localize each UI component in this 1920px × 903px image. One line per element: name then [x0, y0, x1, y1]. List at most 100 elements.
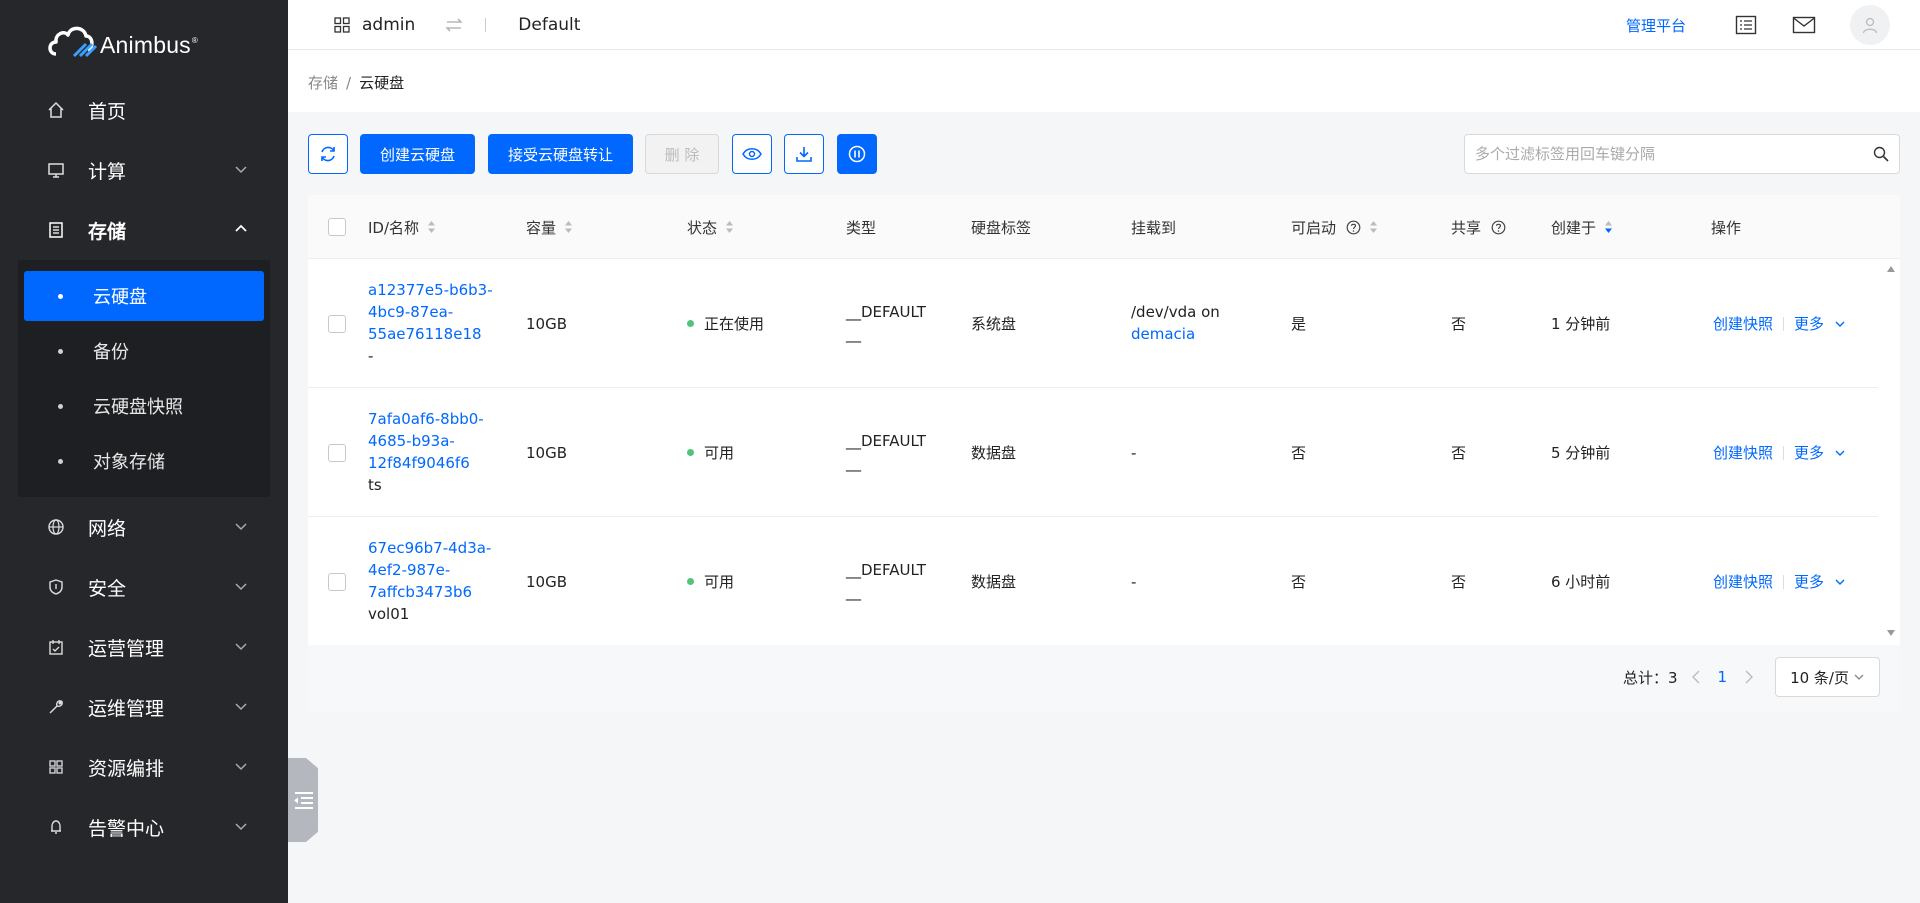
sort-icon[interactable] — [427, 220, 436, 234]
chevron-down-icon — [235, 823, 247, 831]
next-page-icon[interactable] — [1743, 670, 1755, 684]
filter-search-box[interactable] — [1464, 134, 1900, 174]
sidebar-item-storage[interactable]: 存储 — [0, 200, 288, 260]
sidebar-item-security[interactable]: 安全 — [0, 557, 288, 617]
col-header-tag: 硬盘标签 — [971, 218, 1032, 237]
volume-size: 10GB — [526, 443, 568, 462]
sidebar-collapse-toggle[interactable] — [288, 758, 318, 842]
chevron-down-icon[interactable] — [1834, 447, 1846, 459]
row-checkbox[interactable] — [328, 443, 346, 462]
create-snapshot-link[interactable]: 创建快照 — [1713, 571, 1773, 593]
bullet-icon — [58, 458, 63, 464]
sort-icon[interactable] — [725, 220, 734, 234]
row-checkbox[interactable] — [328, 314, 346, 333]
accept-transfer-button[interactable]: 接受云硬盘转让 — [488, 134, 633, 174]
status-dot-icon — [687, 320, 694, 327]
mail-icon[interactable] — [1792, 13, 1816, 37]
sidebar-subitem-backup[interactable]: 备份 — [24, 326, 264, 376]
sort-icon[interactable] — [1369, 220, 1378, 234]
wrench-icon — [46, 697, 66, 717]
page-number[interactable]: 1 — [1718, 668, 1728, 686]
refresh-button[interactable] — [308, 134, 348, 174]
help-icon[interactable] — [1491, 220, 1506, 235]
col-header-id[interactable]: ID/名称 — [368, 195, 436, 259]
sidebar-subitem-volumes[interactable]: 云硬盘 — [24, 271, 264, 321]
sidebar-item-label: 运维管理 — [88, 697, 165, 720]
volume-size: 10GB — [526, 572, 568, 591]
breadcrumb-parent[interactable]: 存储 — [308, 74, 338, 92]
volume-type: __DEFAULT __ — [846, 432, 926, 472]
col-header-size[interactable]: 容量 — [526, 195, 573, 259]
sidebar-item-home[interactable]: 首页 — [0, 80, 288, 140]
globe-icon — [46, 517, 66, 537]
chevron-down-icon — [235, 523, 247, 531]
more-actions-link[interactable]: 更多 — [1794, 313, 1824, 335]
create-snapshot-link[interactable]: 创建快照 — [1713, 313, 1773, 335]
header-project[interactable]: Default — [518, 15, 580, 35]
download-button[interactable] — [784, 134, 824, 174]
admin-platform-link[interactable]: 管理平台 — [1626, 15, 1686, 36]
instance-link[interactable]: demacia — [1131, 325, 1195, 343]
prev-page-icon[interactable] — [1690, 670, 1702, 684]
volume-tag: 数据盘 — [971, 572, 1017, 591]
sidebar-menu: 首页 计算 存储 云硬盘 备份 云硬盘快照 对象存储 网络 安全 运营管理 运维… — [0, 80, 288, 857]
volume-id-link[interactable]: 67ec96b7-4d3a- 4ef2-987e- 7affcb3473b6 — [368, 537, 491, 603]
volume-id-link[interactable]: 7afa0af6-8bb0- 4685-b93a- 12f84f9046f6 — [368, 408, 484, 474]
brand-logo[interactable]: Animbus® — [46, 20, 198, 59]
volume-created: 5 分钟前 — [1551, 443, 1611, 462]
shield-icon — [46, 577, 66, 597]
page-size-select[interactable]: 10 条/页 — [1775, 657, 1880, 697]
sidebar-subitem-object-storage[interactable]: 对象存储 — [24, 436, 264, 486]
sidebar-item-compute[interactable]: 计算 — [0, 140, 288, 200]
sidebar-item-orchestration[interactable]: 资源编排 — [0, 737, 288, 797]
sort-desc-icon[interactable] — [1604, 220, 1613, 234]
pause-refresh-button[interactable] — [837, 134, 877, 174]
create-volume-button[interactable]: 创建云硬盘 — [360, 134, 475, 174]
chevron-down-icon[interactable] — [1834, 318, 1846, 330]
help-icon[interactable] — [1346, 220, 1361, 235]
sidebar: Animbus® 首页 计算 存储 云硬盘 备份 云硬盘快照 对象存储 网络 安… — [0, 0, 288, 903]
apps-grid-icon[interactable] — [334, 17, 350, 33]
task-list-icon[interactable] — [1734, 13, 1758, 37]
col-header-bootable[interactable]: 可启动 — [1291, 195, 1378, 259]
divider — [1783, 445, 1785, 460]
scroll-up-icon[interactable] — [1886, 265, 1896, 273]
row-checkbox[interactable] — [328, 572, 346, 591]
delete-button[interactable]: 删 除 — [645, 134, 719, 174]
col-header-created[interactable]: 创建于 — [1551, 195, 1613, 259]
chevron-down-icon — [235, 703, 247, 711]
col-header-attach: 挂载到 — [1131, 218, 1177, 237]
sidebar-item-operations[interactable]: 运营管理 — [0, 617, 288, 677]
toolbar: 创建云硬盘 接受云硬盘转让 删 除 — [308, 134, 1900, 174]
view-columns-button[interactable] — [732, 134, 772, 174]
home-icon — [46, 100, 66, 120]
header-actions: 管理平台 — [1626, 0, 1890, 50]
more-actions-link[interactable]: 更多 — [1794, 571, 1824, 593]
chevron-down-icon[interactable] — [1834, 576, 1846, 588]
scroll-down-icon[interactable] — [1886, 629, 1896, 637]
create-snapshot-link[interactable]: 创建快照 — [1713, 442, 1773, 464]
volume-id-link[interactable]: a12377e5-b6b3- 4bc9-87ea- 55ae76118e18 — [368, 279, 493, 345]
sidebar-item-alerts[interactable]: 告警中心 — [0, 797, 288, 857]
header-username[interactable]: admin — [362, 15, 415, 35]
user-avatar[interactable] — [1850, 5, 1890, 45]
select-all-checkbox[interactable] — [328, 218, 346, 236]
select-all-cell — [328, 195, 346, 259]
cloud-logo-icon — [48, 26, 98, 57]
sort-icon[interactable] — [564, 220, 573, 234]
sidebar-item-maintenance[interactable]: 运维管理 — [0, 677, 288, 737]
col-header-status[interactable]: 状态 — [687, 195, 734, 259]
volumes-table: ID/名称 容量 状态 类型 硬盘标签 挂载到 可启动 共享 创建于 操作 a1… — [308, 195, 1900, 646]
search-icon[interactable] — [1873, 146, 1889, 162]
bullet-icon — [58, 293, 63, 299]
filter-search-input[interactable] — [1465, 135, 1845, 173]
sidebar-item-network[interactable]: 网络 — [0, 497, 288, 557]
more-actions-link[interactable]: 更多 — [1794, 442, 1824, 464]
volume-attached-to: - — [1131, 443, 1137, 462]
total-count: 总计：3 — [1622, 668, 1678, 687]
switch-icon[interactable] — [445, 18, 463, 32]
volume-created: 6 小时前 — [1551, 572, 1611, 591]
volume-name: - — [368, 347, 374, 365]
breadcrumb-separator: / — [346, 74, 352, 92]
sidebar-subitem-snapshots[interactable]: 云硬盘快照 — [24, 381, 264, 431]
